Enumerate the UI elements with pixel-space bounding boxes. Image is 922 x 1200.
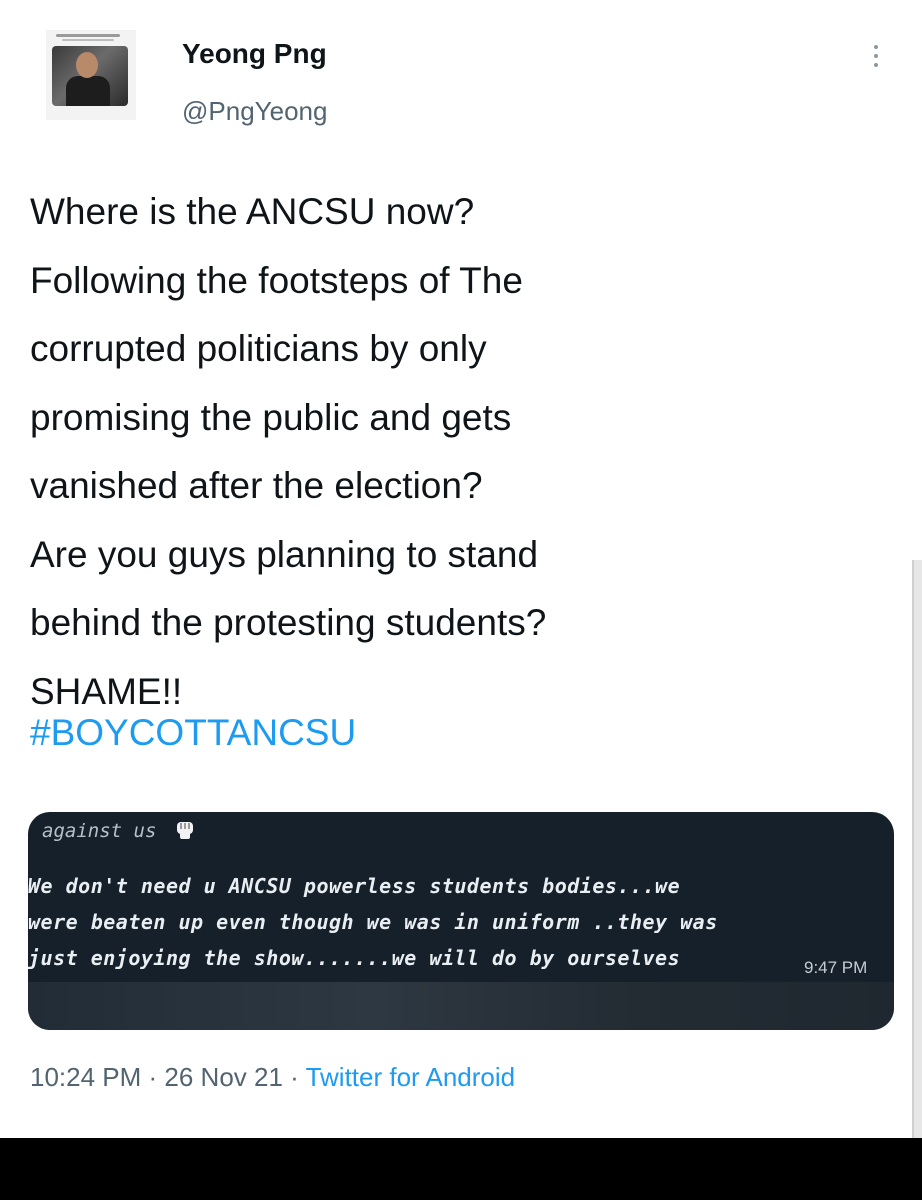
media-header: against us (42, 820, 196, 842)
tweet-card: Yeong Png @PngYeong Where is the ANCSU n… (0, 0, 922, 1138)
tweet-date[interactable]: 26 Nov 21 (164, 1062, 283, 1092)
tweet-text: Where is the ANCSU now? Following the fo… (30, 191, 547, 712)
display-name[interactable]: Yeong Png (182, 38, 327, 70)
meta-separator: · (282, 1062, 306, 1092)
avatar-caption-decoration (56, 34, 120, 37)
avatar-caption-decoration (62, 39, 114, 41)
more-options-button[interactable] (862, 36, 890, 76)
user-handle[interactable]: @PngYeong (182, 96, 327, 127)
tweet-media-image[interactable]: against us We don't need u ANCSU powerle… (28, 812, 894, 1030)
tweet-time[interactable]: 10:24 PM (30, 1062, 141, 1092)
media-text-line: We don't need u ANCSU powerless students… (28, 874, 681, 898)
avatar-face (76, 52, 98, 78)
media-background-strip (28, 982, 894, 1030)
media-text-line: just enjoying the show.......we will do … (28, 946, 681, 970)
media-header-text: against us (42, 820, 157, 842)
scrollbar[interactable] (912, 560, 922, 1138)
meta-separator: · (141, 1062, 165, 1092)
more-vertical-icon (874, 54, 878, 58)
tweet-source-link[interactable]: Twitter for Android (306, 1062, 516, 1092)
avatar-figure (66, 76, 110, 106)
more-vertical-icon (874, 45, 878, 49)
avatar[interactable] (46, 30, 136, 120)
raised-fist-icon (176, 822, 193, 839)
tweet-meta: 10:24 PM · 26 Nov 21 · Twitter for Andro… (30, 1062, 515, 1093)
more-vertical-icon (874, 63, 878, 67)
hashtag-link[interactable]: #BOYCOTTANCSU (30, 711, 356, 755)
media-timestamp: 9:47 PM (804, 958, 868, 977)
media-text-line: were beaten up even though we was in uni… (28, 910, 718, 934)
